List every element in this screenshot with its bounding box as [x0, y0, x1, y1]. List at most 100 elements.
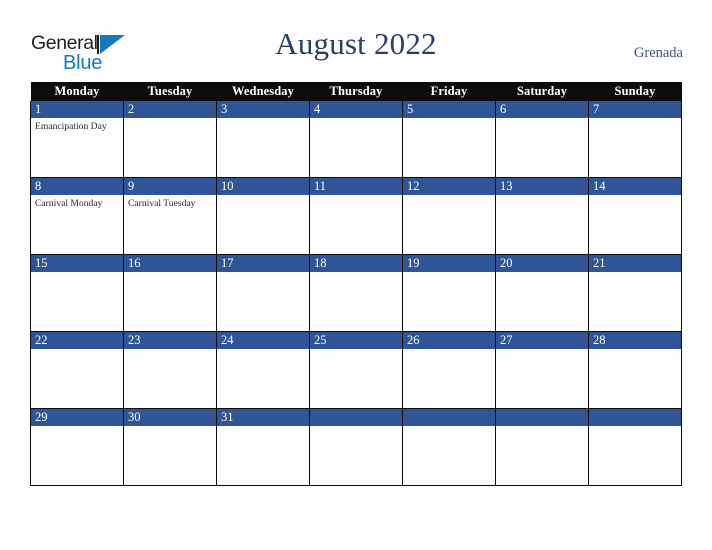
day-number: 2: [128, 102, 135, 116]
calendar-day-cell[interactable]: 6: [495, 101, 589, 178]
calendar-day-cell[interactable]: [309, 408, 403, 486]
day-events: [217, 118, 309, 121]
weekday-header-wednesday: Wednesday: [216, 82, 310, 101]
calendar-day-cell[interactable]: 19: [402, 254, 496, 332]
weekday-header-monday: Monday: [30, 82, 124, 101]
calendar-day-cell[interactable]: [402, 408, 496, 486]
calendar-day-cell[interactable]: 4: [309, 101, 403, 178]
day-cell-content: 5: [403, 101, 495, 177]
day-cell-content: [496, 409, 588, 485]
day-events: [31, 272, 123, 275]
calendar-day-cell[interactable]: 1 Emancipation Day: [30, 101, 124, 178]
calendar-day-cell[interactable]: 21: [588, 254, 682, 332]
day-cell-content: 21: [589, 255, 681, 331]
day-number-bar: [310, 409, 402, 426]
calendar-day-cell[interactable]: 20: [495, 254, 589, 332]
calendar-week-row: 8 Carnival Monday 9 Carnival Tuesday 10 11 12 1…: [30, 177, 682, 255]
day-cell-content: 31: [217, 409, 309, 485]
day-cell-content: 22: [31, 332, 123, 408]
day-number: 17: [221, 256, 234, 270]
calendar-day-cell[interactable]: 5: [402, 101, 496, 178]
day-cell-content: [403, 409, 495, 485]
calendar-day-cell[interactable]: [495, 408, 589, 486]
calendar-day-cell[interactable]: 29: [30, 408, 124, 486]
day-cell-content: [310, 409, 402, 485]
day-number-bar: [496, 409, 588, 426]
day-number-bar: 1: [31, 101, 123, 118]
day-number: 7: [593, 102, 600, 116]
calendar-day-cell[interactable]: 22: [30, 331, 124, 409]
weekday-header-saturday: Saturday: [495, 82, 589, 101]
calendar-day-cell[interactable]: 28: [588, 331, 682, 409]
day-number: 31: [221, 410, 234, 424]
day-number: 24: [221, 333, 234, 347]
page-title: August 2022: [275, 26, 437, 61]
calendar-body: 1 Emancipation Day 2 3 4 5 6 7 8 Carnival Monday 9…: [30, 101, 682, 486]
calendar-day-cell[interactable]: 23: [123, 331, 217, 409]
calendar-day-cell[interactable]: 17: [216, 254, 310, 332]
day-number-bar: 2: [124, 101, 216, 118]
day-number: 16: [128, 256, 141, 270]
calendar-day-cell[interactable]: 11: [309, 177, 403, 255]
calendar-day-cell[interactable]: 27: [495, 331, 589, 409]
calendar-day-cell[interactable]: 12: [402, 177, 496, 255]
calendar-day-cell[interactable]: 16: [123, 254, 217, 332]
calendar-day-cell[interactable]: 8 Carnival Monday: [30, 177, 124, 255]
day-cell-content: 12: [403, 178, 495, 254]
day-cell-content: 1 Emancipation Day: [31, 101, 123, 177]
day-number-bar: 8: [31, 178, 123, 195]
day-events: [589, 349, 681, 352]
day-events: [310, 118, 402, 121]
day-events: Carnival Tuesday: [124, 195, 216, 210]
weekday-header-sunday: Sunday: [588, 82, 682, 101]
calendar-day-cell[interactable]: 9 Carnival Tuesday: [123, 177, 217, 255]
day-number: 14: [593, 179, 606, 193]
day-cell-content: 30: [124, 409, 216, 485]
day-number-bar: [589, 409, 681, 426]
page-header: General Blue August 2022 Grenada: [0, 0, 712, 82]
calendar-grid: Monday Tuesday Wednesday Thursday Friday…: [30, 82, 682, 486]
region-label: Grenada: [633, 45, 683, 61]
calendar-day-cell[interactable]: 31: [216, 408, 310, 486]
day-number: 19: [407, 256, 420, 270]
calendar-day-cell[interactable]: 26: [402, 331, 496, 409]
day-events: [496, 426, 588, 429]
day-cell-content: 24: [217, 332, 309, 408]
calendar-day-cell[interactable]: 30: [123, 408, 217, 486]
day-events: [496, 349, 588, 352]
calendar-day-cell[interactable]: 7: [588, 101, 682, 178]
day-number: 13: [500, 179, 513, 193]
day-events: [217, 426, 309, 429]
day-number-bar: 22: [31, 332, 123, 349]
day-cell-content: 8 Carnival Monday: [31, 178, 123, 254]
calendar-day-cell[interactable]: 25: [309, 331, 403, 409]
day-number-bar: 28: [589, 332, 681, 349]
day-number-bar: 25: [310, 332, 402, 349]
day-events: [403, 195, 495, 198]
day-cell-content: 2: [124, 101, 216, 177]
calendar-day-cell[interactable]: 2: [123, 101, 217, 178]
day-events: [496, 272, 588, 275]
calendar-page: General Blue August 2022 Grenada Monday …: [0, 0, 712, 550]
day-number: 3: [221, 102, 228, 116]
calendar-day-cell[interactable]: 15: [30, 254, 124, 332]
calendar-day-cell[interactable]: 13: [495, 177, 589, 255]
day-events: [403, 426, 495, 429]
day-number-bar: 15: [31, 255, 123, 272]
day-cell-content: 20: [496, 255, 588, 331]
day-number: 22: [35, 333, 48, 347]
day-number: 18: [314, 256, 327, 270]
calendar-day-cell[interactable]: 18: [309, 254, 403, 332]
day-number: 6: [500, 102, 507, 116]
day-cell-content: 3: [217, 101, 309, 177]
day-number-bar: 11: [310, 178, 402, 195]
calendar-day-cell[interactable]: [588, 408, 682, 486]
calendar-day-cell[interactable]: 24: [216, 331, 310, 409]
calendar-day-cell[interactable]: 14: [588, 177, 682, 255]
calendar-day-cell[interactable]: 10: [216, 177, 310, 255]
calendar-day-cell[interactable]: 3: [216, 101, 310, 178]
day-cell-content: 25: [310, 332, 402, 408]
weekday-header-friday: Friday: [402, 82, 496, 101]
day-number: 25: [314, 333, 327, 347]
calendar-header-row: Monday Tuesday Wednesday Thursday Friday…: [30, 82, 682, 101]
